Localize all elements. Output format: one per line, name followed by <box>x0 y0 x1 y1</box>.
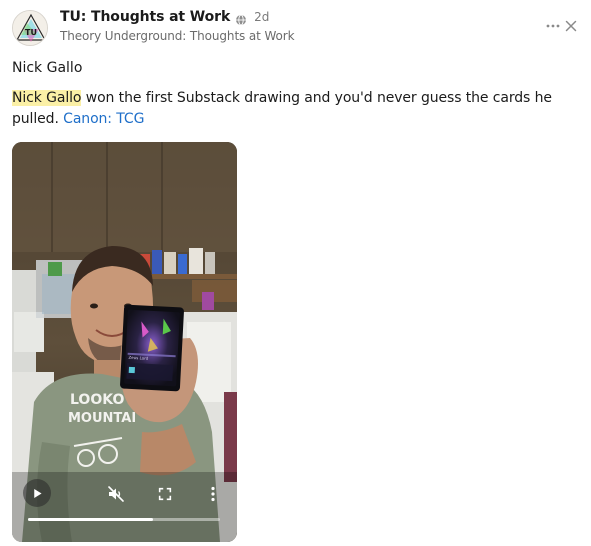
publication-subtitle: Theory Underground: Thoughts at Work <box>60 29 295 43</box>
video-menu-button[interactable] <box>205 485 221 503</box>
volume-muted-icon <box>108 486 124 502</box>
post-author[interactable]: Nick Gallo <box>12 60 82 76</box>
play-icon <box>33 488 42 498</box>
svg-text:MOUNTAI: MOUNTAI <box>68 411 136 426</box>
close-icon[interactable] <box>563 18 579 34</box>
globe-icon <box>235 11 247 26</box>
post-link[interactable]: Canon: TCG <box>63 111 144 127</box>
video-player[interactable]: LOOKO MOUNTAI Zeus Lord <box>12 142 237 542</box>
video-progress-fill <box>28 518 153 521</box>
fullscreen-icon <box>158 487 172 501</box>
mention-highlight[interactable]: Nick Gallo <box>12 90 81 106</box>
tu-logo-icon: TU <box>13 11 47 45</box>
svg-text:TU: TU <box>25 28 37 37</box>
publication-name[interactable]: TU: Thoughts at Work <box>60 9 230 25</box>
mute-button[interactable] <box>107 485 125 503</box>
more-horizontal-icon[interactable] <box>545 18 561 34</box>
more-vertical-icon <box>211 486 215 502</box>
publication-line: TU: Thoughts at Work 2d <box>60 9 270 26</box>
svg-text:LOOKO: LOOKO <box>70 392 124 408</box>
video-progress-bar[interactable] <box>28 518 220 521</box>
fullscreen-button[interactable] <box>156 485 174 503</box>
svg-text:Zeus Lord: Zeus Lord <box>128 355 149 361</box>
publication-avatar[interactable]: TU <box>12 10 48 46</box>
post-body: Nick Gallo won the first Substack drawin… <box>12 88 560 130</box>
post-timestamp: 2d <box>254 10 270 24</box>
play-button[interactable] <box>23 479 51 507</box>
post-header: TU TU: Thoughts at Work 2d Theory Underg… <box>12 9 579 46</box>
